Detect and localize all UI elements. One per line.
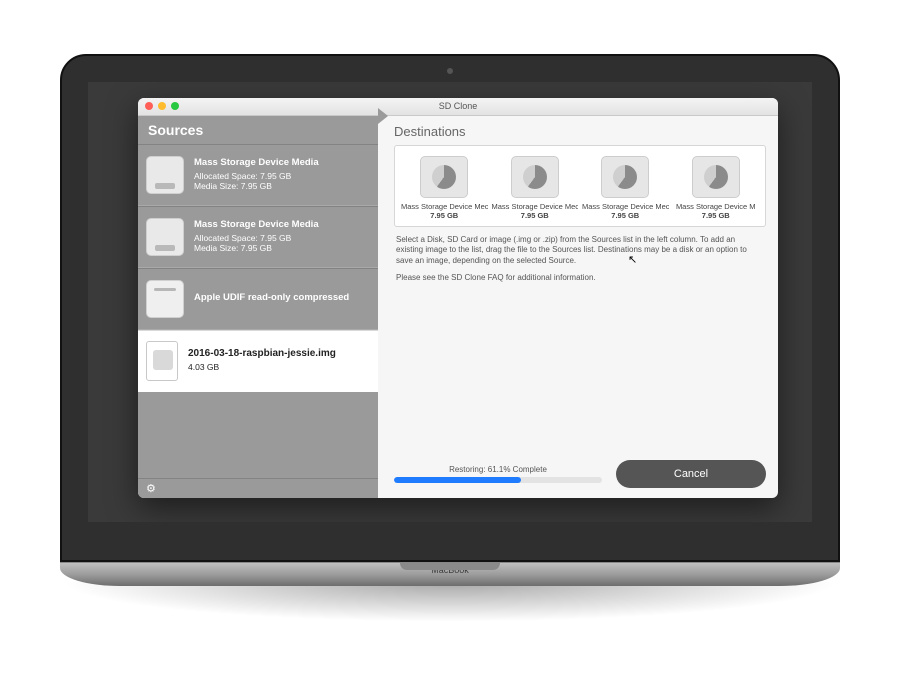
opticaldrive-icon [146, 280, 184, 318]
destination-item[interactable]: ✓ Mass Storage Device Mec 7.95 GB [490, 156, 581, 220]
action-row: Restoring: 61.1% Complete Cancel [394, 460, 766, 488]
source-name: 2016-03-18-raspbian-jessie.img [188, 348, 336, 361]
destinations-header: Destinations [394, 122, 766, 145]
destinations-panel: Destinations ✓ Mass Storage Device Mec 7… [378, 116, 778, 498]
destination-name: Mass Storage Device Mec [582, 202, 669, 211]
destinations-list: ✓ Mass Storage Device Mec 7.95 GB ✓ Mass… [394, 145, 766, 227]
destination-size: 7.95 GB [673, 211, 760, 220]
destination-drive-icon [511, 156, 559, 198]
app-body: Sources Mass Storage Device Media Alloca… [138, 116, 778, 498]
destination-size: 7.95 GB [492, 211, 579, 220]
window-title: SD Clone [138, 101, 778, 111]
source-item[interactable]: Apple UDIF read-only compressed [138, 268, 378, 330]
source-allocated: Allocated Space: 7.95 GB [194, 171, 319, 182]
titlebar[interactable]: SD Clone [138, 98, 778, 116]
destination-name: Mass Storage Device Mec [492, 202, 579, 211]
source-media-size: Media Size: 7.95 GB [194, 181, 319, 192]
destination-size: 7.95 GB [582, 211, 669, 220]
sources-panel: Sources Mass Storage Device Media Alloca… [138, 116, 378, 498]
instructions-p2: Please see the SD Clone FAQ for addition… [396, 273, 764, 284]
instructions-p1: Select a Disk, SD Card or image (.img or… [396, 235, 764, 267]
image-file-icon [146, 341, 178, 381]
source-size: 4.03 GB [188, 362, 336, 373]
destination-item[interactable]: ✓ Mass Storage Device Mec 7.95 GB [580, 156, 671, 220]
source-name: Apple UDIF read-only compressed [194, 292, 349, 304]
hinge-notch [400, 563, 500, 570]
destination-drive-icon [601, 156, 649, 198]
progress-fill [394, 477, 521, 483]
macbook-mockup: SD Clone Sources Mass Storage Device Med… [60, 54, 840, 622]
source-item[interactable]: Mass Storage Device Media Allocated Spac… [138, 144, 378, 206]
source-name: Mass Storage Device Media [194, 157, 319, 169]
progress-bar [394, 477, 602, 483]
progress-section: Restoring: 61.1% Complete [394, 465, 602, 483]
destination-item[interactable]: ✓ Mass Storage Device Mec 7.95 GB [399, 156, 490, 220]
panel-pointer-icon [378, 108, 388, 124]
screen: SD Clone Sources Mass Storage Device Med… [88, 82, 812, 522]
settings-bar: ⚙ [138, 478, 378, 498]
destination-drive-icon [420, 156, 468, 198]
gear-icon[interactable]: ⚙ [146, 482, 156, 495]
screen-bezel: SD Clone Sources Mass Storage Device Med… [60, 54, 840, 562]
app-window: SD Clone Sources Mass Storage Device Med… [138, 98, 778, 498]
destination-item[interactable]: ✓ Mass Storage Device M 7.95 GB [671, 156, 762, 220]
destination-name: Mass Storage Device M [673, 202, 760, 211]
cancel-button[interactable]: Cancel [616, 460, 766, 488]
source-item-selected[interactable]: 2016-03-18-raspbian-jessie.img 4.03 GB [138, 330, 378, 392]
mouse-cursor-icon: ↖ [628, 253, 637, 268]
sources-header: Sources [138, 116, 378, 144]
instructions: Select a Disk, SD Card or image (.img or… [396, 235, 764, 290]
progress-label: Restoring: 61.1% Complete [394, 465, 602, 474]
harddrive-icon [146, 156, 184, 194]
source-name: Mass Storage Device Media [194, 219, 319, 231]
destination-size: 7.95 GB [401, 211, 488, 220]
macbook-base: MacBook [60, 562, 840, 586]
source-media-size: Media Size: 7.95 GB [194, 243, 319, 254]
source-item[interactable]: Mass Storage Device Media Allocated Spac… [138, 206, 378, 268]
device-shadow [60, 582, 840, 622]
harddrive-icon [146, 218, 184, 256]
source-allocated: Allocated Space: 7.95 GB [194, 233, 319, 244]
camera-dot [447, 68, 453, 74]
destination-name: Mass Storage Device Mec [401, 202, 488, 211]
destination-drive-icon [692, 156, 740, 198]
